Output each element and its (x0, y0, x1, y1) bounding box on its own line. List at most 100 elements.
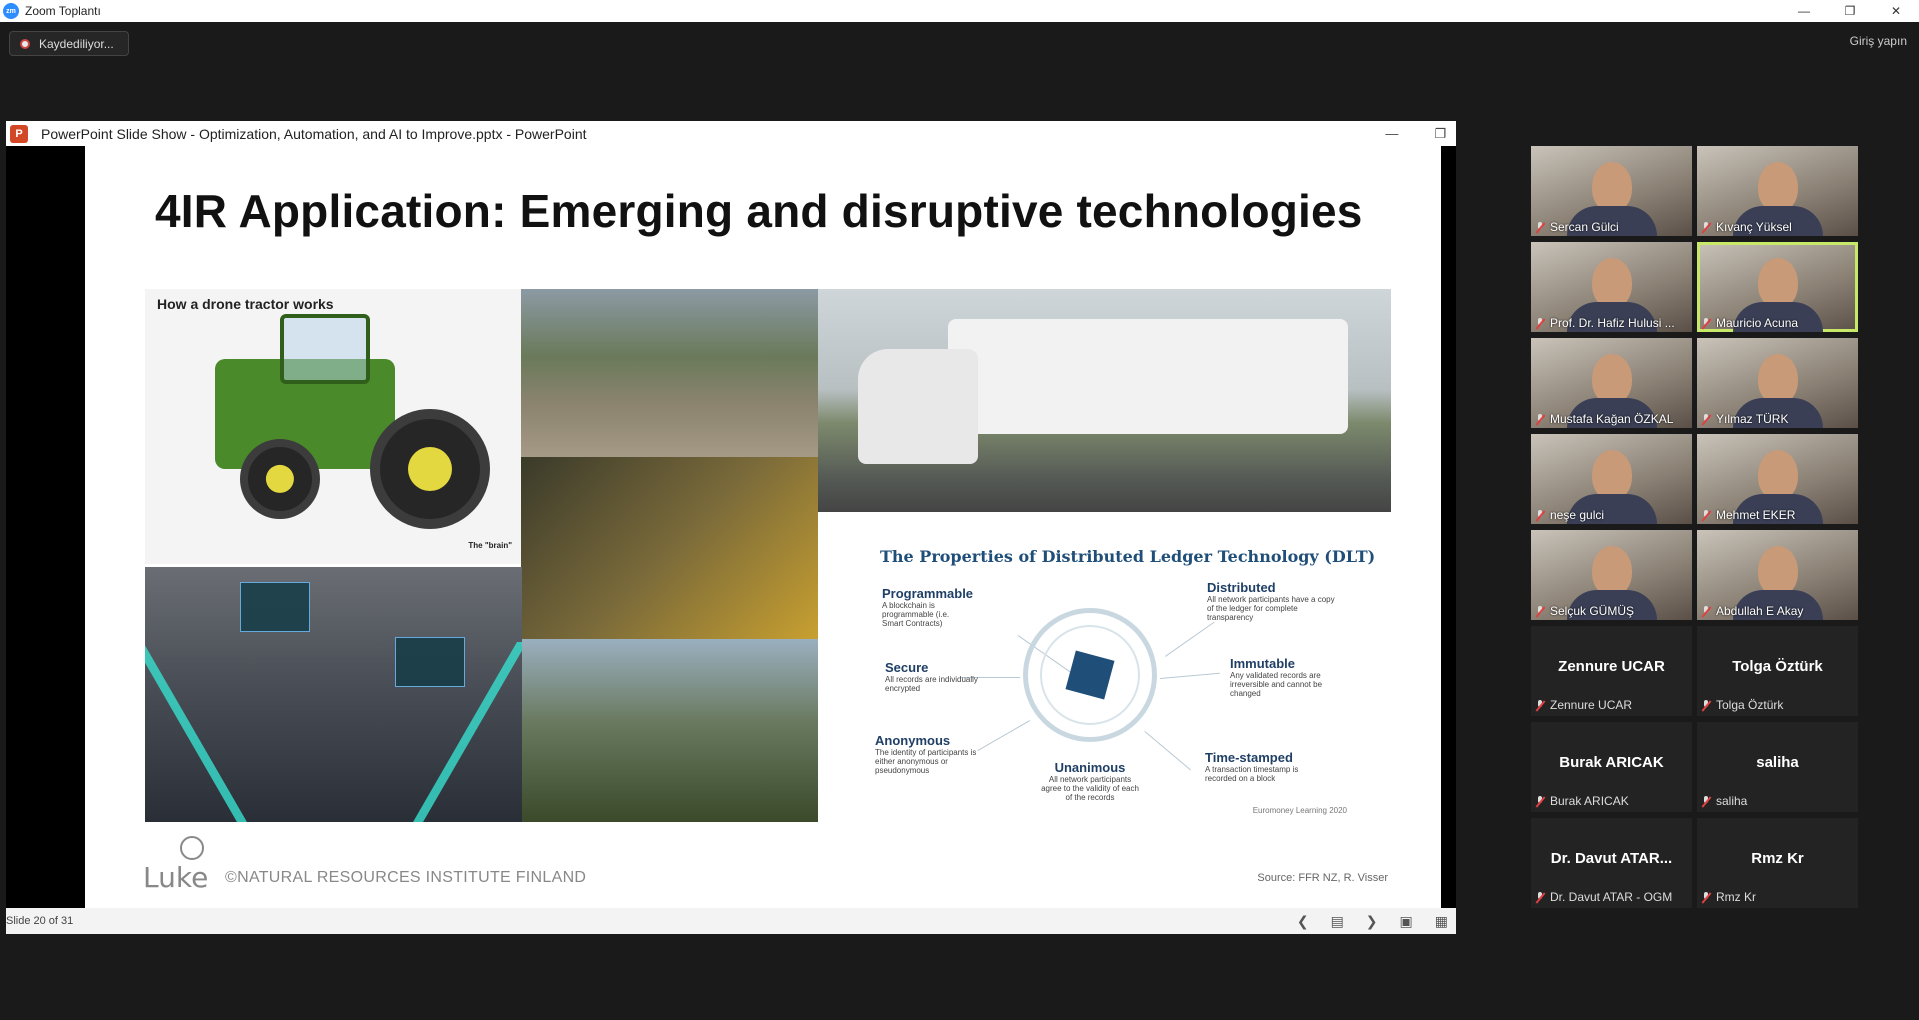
participant-tile[interactable]: Abdullah E Akay (1697, 530, 1858, 620)
participant-tile[interactable]: Selçuk GÜMÜŞ (1531, 530, 1692, 620)
participant-tile[interactable]: Kıvanç Yüksel (1697, 146, 1858, 236)
ppt-window-title: PowerPoint Slide Show - Optimization, Au… (41, 125, 587, 142)
participant-tile[interactable]: saliha saliha (1697, 722, 1858, 812)
powerpoint-window: P PowerPoint Slide Show - Optimization, … (6, 121, 1456, 934)
normal-view-icon[interactable]: ▣ (1400, 913, 1413, 930)
slide-sorter-icon[interactable]: ▦ (1435, 913, 1448, 930)
dlt-spoke (1144, 731, 1191, 771)
luke-logo-icon (180, 836, 204, 860)
participant-name: neşe gulci (1535, 508, 1604, 522)
participant-tile[interactable]: Yılmaz TÜRK (1697, 338, 1858, 428)
dlt-item-time-stamped: Time-stamped A transaction timestamp is … (1205, 750, 1299, 783)
mic-muted-icon (1535, 795, 1545, 807)
mic-muted-icon (1701, 795, 1711, 807)
participant-tile[interactable]: neşe gulci (1531, 434, 1692, 524)
institute-name: ©NATURAL RESOURCES INSTITUTE FINLAND (225, 869, 587, 886)
blockchain-cube-icon (1065, 650, 1115, 700)
participant-name: Rmz Kr (1701, 890, 1756, 904)
participant-name: Dr. Davut ATAR - OGM (1535, 890, 1672, 904)
participant-name: Burak ARICAK (1535, 794, 1629, 808)
participant-name: Mustafa Kağan ÖZKAL (1535, 412, 1673, 426)
hud-panel (240, 582, 310, 632)
minimize-button[interactable]: — (1781, 0, 1827, 22)
drone-tractor-infographic: How a drone tractor works The "brain" (145, 289, 522, 564)
close-button[interactable]: ✕ (1873, 0, 1919, 22)
participant-tile[interactable]: Mehmet EKER (1697, 434, 1858, 524)
participant-tile[interactable]: Prof. Dr. Hafiz Hulusi ... (1531, 242, 1692, 332)
participant-display-name: Tolga Öztürk (1732, 658, 1823, 675)
truck-trailer (948, 319, 1348, 434)
ppt-restore-button[interactable]: ❐ (1434, 126, 1446, 142)
participant-name: Selçuk GÜMÜŞ (1535, 604, 1634, 618)
participant-face (1591, 258, 1632, 308)
participant-name: Tolga Öztürk (1701, 698, 1783, 712)
participant-display-name: Zennure UCAR (1558, 658, 1665, 675)
harvester-machine-photo (521, 639, 818, 822)
participant-face (1591, 546, 1632, 596)
tractor-front-wheel (240, 439, 320, 519)
mic-muted-icon (1535, 699, 1545, 711)
dlt-hub (1023, 608, 1157, 742)
next-slide-icon[interactable]: ❯ (1366, 913, 1378, 930)
dlt-item-unanimous: Unanimous All network participants agree… (1041, 760, 1139, 802)
participant-tile[interactable]: Dr. Davut ATAR... Dr. Davut ATAR - OGM (1531, 818, 1692, 908)
participant-name: Abdullah E Akay (1701, 604, 1803, 618)
participant-display-name: Rmz Kr (1751, 850, 1804, 867)
restore-button[interactable]: ❐ (1827, 0, 1873, 22)
participant-tile[interactable]: Sercan Gülci (1531, 146, 1692, 236)
lane-marker (145, 642, 247, 822)
mic-muted-icon (1701, 509, 1711, 521)
participant-tile[interactable]: Burak ARICAK Burak ARICAK (1531, 722, 1692, 812)
recording-label: Kaydediliyor... (39, 36, 114, 51)
participant-face (1591, 162, 1632, 212)
mic-muted-icon (1701, 605, 1711, 617)
mic-muted-icon (1701, 891, 1711, 903)
participant-face (1757, 450, 1798, 500)
mic-muted-icon (1535, 891, 1545, 903)
participant-face (1757, 162, 1798, 212)
participant-name: Mehmet EKER (1701, 508, 1795, 522)
autonomous-truck-photo (818, 289, 1391, 512)
participant-display-name: saliha (1756, 754, 1799, 771)
mic-muted-icon (1701, 317, 1711, 329)
participant-tile[interactable]: Mustafa Kağan ÖZKAL (1531, 338, 1692, 428)
tractor-heading: How a drone tractor works (157, 296, 334, 312)
participant-name: Mauricio Acuna (1701, 316, 1798, 330)
participant-display-name: Burak ARICAK (1559, 754, 1664, 771)
participant-name: Zennure UCAR (1535, 698, 1632, 712)
mic-muted-icon (1535, 221, 1545, 233)
dlt-spoke (1160, 672, 1220, 679)
dlt-item-anonymous: Anonymous The identity of participants i… (875, 733, 977, 775)
participant-name: saliha (1701, 794, 1747, 808)
tractor-cab-illustration (280, 314, 370, 384)
participant-tile[interactable]: Zennure UCAR Zennure UCAR (1531, 626, 1692, 716)
dlt-spoke (1165, 621, 1215, 657)
mic-muted-icon (1535, 509, 1545, 521)
participant-tile[interactable]: Rmz Kr Rmz Kr (1697, 818, 1858, 908)
participant-face (1591, 450, 1632, 500)
slide-source: Source: FFR NZ, R. Visser (1257, 872, 1388, 884)
mic-muted-icon (1535, 317, 1545, 329)
truck-cab (858, 349, 978, 464)
dlt-item-immutable: Immutable Any validated records are irre… (1230, 656, 1323, 698)
participant-tile[interactable]: Mauricio Acuna (1697, 242, 1858, 332)
previous-slide-icon[interactable]: ❮ (1297, 913, 1309, 930)
participant-face (1757, 258, 1798, 308)
signin-link[interactable]: Giriş yapın (1850, 34, 1907, 48)
participant-face (1591, 354, 1632, 404)
record-icon (20, 38, 30, 49)
mic-muted-icon (1535, 605, 1545, 617)
slide-title: 4IR Application: Emerging and disruptive… (155, 185, 1363, 237)
ppt-status-bar: Slide 20 of 31 ❮ ▤ ❯ ▣ ▦ (6, 908, 1456, 934)
participant-tile[interactable]: Tolga Öztürk Tolga Öztürk (1697, 626, 1858, 716)
zoom-window-title: Zoom Toplantı (25, 4, 101, 18)
vr-operator-photo (521, 457, 818, 639)
participant-face (1757, 354, 1798, 404)
dlt-item-programmable: Programmable A blockchain is programmabl… (882, 586, 974, 628)
recording-indicator[interactable]: Kaydediliyor... (9, 31, 129, 56)
participant-name: Yılmaz TÜRK (1701, 412, 1788, 426)
notes-icon[interactable]: ▤ (1331, 913, 1344, 930)
ppt-minimize-button[interactable]: — (1385, 126, 1398, 141)
mic-muted-icon (1701, 413, 1711, 425)
slide: 4IR Application: Emerging and disruptive… (85, 146, 1441, 908)
